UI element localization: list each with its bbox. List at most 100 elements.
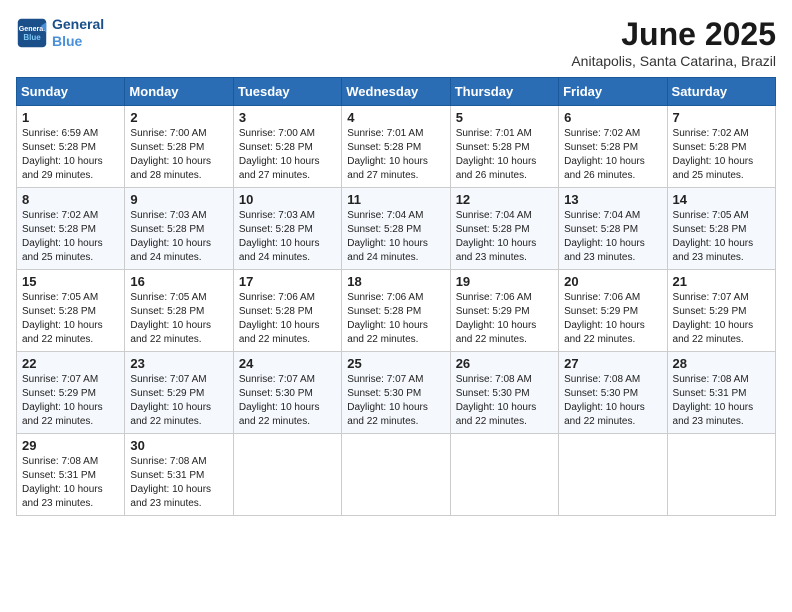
day-number: 9	[130, 192, 227, 207]
title-area: June 2025 Anitapolis, Santa Catarina, Br…	[571, 16, 776, 69]
week-row-2: 8 Sunrise: 7:02 AMSunset: 5:28 PMDaylight…	[17, 188, 776, 270]
calendar-cell: 17 Sunrise: 7:06 AMSunset: 5:28 PMDayligh…	[233, 270, 341, 352]
calendar-cell	[342, 434, 450, 516]
calendar-cell: 12Sunrise: 7:04 AMSunset: 5:28 PMDayligh…	[450, 188, 558, 270]
day-number: 19	[456, 274, 553, 289]
cell-content: Sunrise: 7:04 AMSunset: 5:28 PMDaylight:…	[347, 209, 444, 265]
day-number: 1	[22, 110, 119, 125]
cell-content: Sunrise: 7:02 AMSunset: 5:28 PMDaylight:…	[673, 127, 770, 183]
day-number: 22	[22, 356, 119, 371]
day-number: 13	[564, 192, 661, 207]
month-title: June 2025	[571, 16, 776, 53]
cell-content: Sunrise: 7:06 AMSunset: 5:29 PMDaylight:…	[456, 291, 553, 347]
day-number: 29	[22, 438, 119, 453]
cell-content: Sunrise: 7:07 AMSunset: 5:29 PMDaylight:…	[22, 373, 119, 429]
calendar-cell: 29Sunrise: 7:08 AMSunset: 5:31 PMDayligh…	[17, 434, 125, 516]
calendar-cell	[233, 434, 341, 516]
cell-content: Sunrise: 7:02 AMSunset: 5:28 PMDaylight:…	[22, 209, 119, 265]
weekday-header-sunday: Sunday	[17, 78, 125, 106]
calendar-cell: 24 Sunrise: 7:07 AMSunset: 5:30 PMDayligh…	[233, 352, 341, 434]
day-number: 17	[239, 274, 336, 289]
calendar-cell: 22 Sunrise: 7:07 AMSunset: 5:29 PMDayligh…	[17, 352, 125, 434]
cell-content: Sunrise: 7:05 AMSunset: 5:28 PMDaylight:…	[130, 291, 227, 347]
day-number: 2	[130, 110, 227, 125]
cell-content: Sunrise: 7:07 AMSunset: 5:29 PMDaylight:…	[130, 373, 227, 429]
cell-content: Sunrise: 7:03 AMSunset: 5:28 PMDaylight:…	[130, 209, 227, 265]
cell-content: Sunrise: 7:07 AMSunset: 5:29 PMDaylight:…	[673, 291, 770, 347]
cell-content: Sunrise: 6:59 AMSunset: 5:28 PMDaylight:…	[22, 127, 119, 183]
cell-content: Sunrise: 7:08 AMSunset: 5:30 PMDaylight:…	[456, 373, 553, 429]
calendar-cell: 13 Sunrise: 7:04 AMSunset: 5:28 PMDayligh…	[559, 188, 667, 270]
cell-content: Sunrise: 7:06 AMSunset: 5:28 PMDaylight:…	[239, 291, 336, 347]
week-row-1: 1 Sunrise: 6:59 AMSunset: 5:28 PMDaylight…	[17, 106, 776, 188]
day-number: 20	[564, 274, 661, 289]
logo-name: General	[52, 16, 104, 32]
logo: General Blue General Blue	[16, 16, 104, 50]
day-number: 6	[564, 110, 661, 125]
calendar-cell: 30 Sunrise: 7:08 AMSunset: 5:31 PMDayligh…	[125, 434, 233, 516]
calendar-cell: 14Sunrise: 7:05 AMSunset: 5:28 PMDayligh…	[667, 188, 775, 270]
calendar-cell: 21Sunrise: 7:07 AMSunset: 5:29 PMDayligh…	[667, 270, 775, 352]
cell-content: Sunrise: 7:06 AMSunset: 5:28 PMDaylight:…	[347, 291, 444, 347]
logo-icon: General Blue	[16, 17, 48, 49]
calendar-cell: 3Sunrise: 7:00 AMSunset: 5:28 PMDaylight…	[233, 106, 341, 188]
location-subtitle: Anitapolis, Santa Catarina, Brazil	[571, 53, 776, 69]
calendar-cell: 2 Sunrise: 7:00 AMSunset: 5:28 PMDaylight…	[125, 106, 233, 188]
calendar-cell: 7 Sunrise: 7:02 AMSunset: 5:28 PMDaylight…	[667, 106, 775, 188]
cell-content: Sunrise: 7:02 AMSunset: 5:28 PMDaylight:…	[564, 127, 661, 183]
weekday-header-friday: Friday	[559, 78, 667, 106]
day-number: 5	[456, 110, 553, 125]
day-number: 4	[347, 110, 444, 125]
cell-content: Sunrise: 7:06 AMSunset: 5:29 PMDaylight:…	[564, 291, 661, 347]
weekday-header-saturday: Saturday	[667, 78, 775, 106]
calendar-cell: 6 Sunrise: 7:02 AMSunset: 5:28 PMDaylight…	[559, 106, 667, 188]
day-number: 25	[347, 356, 444, 371]
cell-content: Sunrise: 7:07 AMSunset: 5:30 PMDaylight:…	[239, 373, 336, 429]
day-number: 18	[347, 274, 444, 289]
cell-content: Sunrise: 7:08 AMSunset: 5:31 PMDaylight:…	[673, 373, 770, 429]
day-number: 26	[456, 356, 553, 371]
day-number: 27	[564, 356, 661, 371]
day-number: 14	[673, 192, 770, 207]
day-number: 23	[130, 356, 227, 371]
calendar-cell: 19 Sunrise: 7:06 AMSunset: 5:29 PMDayligh…	[450, 270, 558, 352]
calendar-cell: 1 Sunrise: 6:59 AMSunset: 5:28 PMDaylight…	[17, 106, 125, 188]
cell-content: Sunrise: 7:08 AMSunset: 5:31 PMDaylight:…	[130, 455, 227, 511]
day-number: 8	[22, 192, 119, 207]
day-number: 7	[673, 110, 770, 125]
calendar-table: SundayMondayTuesdayWednesdayThursdayFrid…	[16, 77, 776, 516]
weekday-header-wednesday: Wednesday	[342, 78, 450, 106]
calendar-cell: 20 Sunrise: 7:06 AMSunset: 5:29 PMDayligh…	[559, 270, 667, 352]
day-number: 28	[673, 356, 770, 371]
svg-text:Blue: Blue	[23, 33, 41, 42]
calendar-cell	[667, 434, 775, 516]
week-row-5: 29 Sunrise: 7:08 AMSunset: 5:31 PMDayligh…	[17, 434, 776, 516]
calendar-cell: 28 Sunrise: 7:08 AMSunset: 5:31 PMDayligh…	[667, 352, 775, 434]
day-number: 3	[239, 110, 336, 125]
calendar-cell: 25 Sunrise: 7:07 AMSunset: 5:30 PMDayligh…	[342, 352, 450, 434]
day-number: 10	[239, 192, 336, 207]
calendar-cell: 8 Sunrise: 7:02 AMSunset: 5:28 PMDaylight…	[17, 188, 125, 270]
week-row-4: 22 Sunrise: 7:07 AMSunset: 5:29 PMDayligh…	[17, 352, 776, 434]
day-number: 24	[239, 356, 336, 371]
calendar-cell	[559, 434, 667, 516]
calendar-cell: 23 Sunrise: 7:07 AMSunset: 5:29 PMDayligh…	[125, 352, 233, 434]
day-number: 30	[130, 438, 227, 453]
calendar-cell: 16 Sunrise: 7:05 AMSunset: 5:28 PMDayligh…	[125, 270, 233, 352]
calendar-cell: 15Sunrise: 7:05 AMSunset: 5:28 PMDayligh…	[17, 270, 125, 352]
cell-content: Sunrise: 7:03 AMSunset: 5:28 PMDaylight:…	[239, 209, 336, 265]
svg-text:General: General	[19, 25, 46, 33]
calendar-cell: 10 Sunrise: 7:03 AMSunset: 5:28 PMDayligh…	[233, 188, 341, 270]
cell-content: Sunrise: 7:00 AMSunset: 5:28 PMDaylight:…	[130, 127, 227, 183]
cell-content: Sunrise: 7:07 AMSunset: 5:30 PMDaylight:…	[347, 373, 444, 429]
calendar-cell: 27 Sunrise: 7:08 AMSunset: 5:30 PMDayligh…	[559, 352, 667, 434]
weekday-header-tuesday: Tuesday	[233, 78, 341, 106]
calendar-cell	[450, 434, 558, 516]
cell-content: Sunrise: 7:08 AMSunset: 5:30 PMDaylight:…	[564, 373, 661, 429]
day-number: 12	[456, 192, 553, 207]
calendar-cell: 18 Sunrise: 7:06 AMSunset: 5:28 PMDayligh…	[342, 270, 450, 352]
day-number: 16	[130, 274, 227, 289]
calendar-cell: 5Sunrise: 7:01 AMSunset: 5:28 PMDaylight…	[450, 106, 558, 188]
week-row-3: 15Sunrise: 7:05 AMSunset: 5:28 PMDayligh…	[17, 270, 776, 352]
cell-content: Sunrise: 7:04 AMSunset: 5:28 PMDaylight:…	[564, 209, 661, 265]
